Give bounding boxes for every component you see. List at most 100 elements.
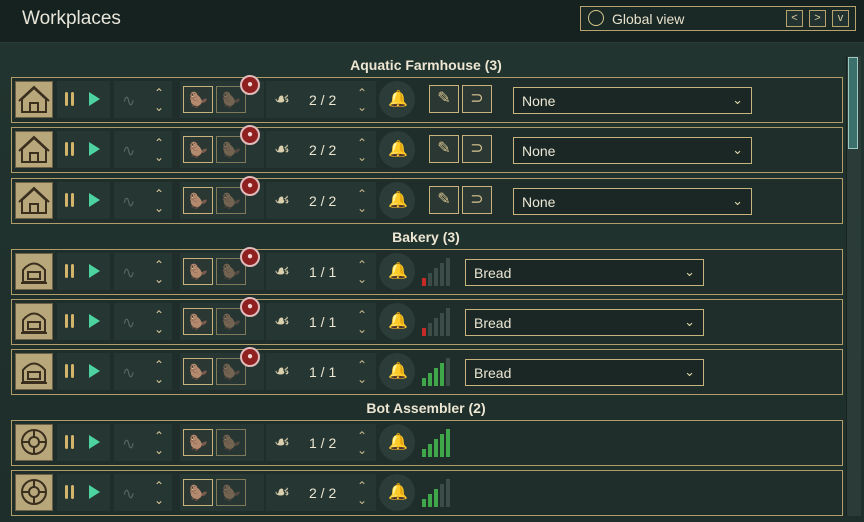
pause-icon[interactable] [65, 314, 75, 328]
beaver-worker-toggle[interactable]: 🦫 [183, 258, 213, 285]
workers-up-button[interactable]: ⌃ [355, 480, 369, 492]
beaver-worker-toggle[interactable]: 🦫 [183, 187, 213, 214]
lock-icon[interactable]: ● [240, 297, 260, 317]
workers-down-button[interactable]: ⌄ [355, 323, 369, 335]
gear-building-icon[interactable] [15, 424, 53, 461]
priority-down-button[interactable]: ⌄ [152, 101, 166, 113]
group-title: Bot Assembler (2) [366, 400, 486, 416]
priority-down-button[interactable]: ⌄ [152, 494, 166, 506]
oven-building-icon[interactable] [15, 353, 53, 390]
beaver-worker-toggle[interactable]: 🦫 [183, 479, 213, 506]
sickle-icon[interactable]: ⊃ [462, 85, 492, 113]
play-icon[interactable] [89, 193, 100, 207]
workers-up-button[interactable]: ⌃ [355, 430, 369, 442]
alert-panel[interactable]: 🔔 [379, 81, 415, 118]
play-icon[interactable] [89, 435, 100, 449]
lock-icon[interactable]: ● [240, 347, 260, 367]
lock-icon[interactable]: ● [240, 176, 260, 196]
workers-down-button[interactable]: ⌄ [355, 101, 369, 113]
previous-button[interactable]: < [786, 10, 803, 27]
alert-panel[interactable]: 🔔 [379, 182, 415, 219]
worker-type-panel: 🦫 🦫 ● [180, 347, 264, 390]
gear-building-icon[interactable] [15, 474, 53, 511]
alert-panel[interactable]: 🔔 [379, 131, 415, 168]
pause-icon[interactable] [65, 92, 75, 106]
priority-up-button[interactable]: ⌃ [152, 259, 166, 271]
workers-down-button[interactable]: ⌄ [355, 373, 369, 385]
beaver-worker-toggle[interactable]: 🦫 [183, 358, 213, 385]
house-building-icon[interactable] [15, 182, 53, 219]
priority-up-button[interactable]: ⌃ [152, 87, 166, 99]
pause-icon[interactable] [65, 435, 75, 449]
priority-down-button[interactable]: ⌄ [152, 373, 166, 385]
planting-icon[interactable]: ✎ [429, 85, 459, 113]
priority-up-button[interactable]: ⌃ [152, 188, 166, 200]
alert-panel[interactable]: 🔔 [379, 353, 415, 390]
planting-icon[interactable]: ✎ [429, 186, 459, 214]
next-button[interactable]: > [809, 10, 826, 27]
priority-down-button[interactable]: ⌄ [152, 444, 166, 456]
sickle-icon[interactable]: ⊃ [462, 135, 492, 163]
scrollbar-thumb[interactable] [848, 57, 858, 149]
workers-up-button[interactable]: ⌃ [355, 359, 369, 371]
priority-down-button[interactable]: ⌄ [152, 273, 166, 285]
house-building-icon[interactable] [15, 81, 53, 118]
pause-icon[interactable] [65, 264, 75, 278]
lock-icon[interactable]: ● [240, 75, 260, 95]
collapse-button[interactable]: v [832, 10, 849, 27]
play-icon[interactable] [89, 264, 100, 278]
house-building-icon[interactable] [15, 131, 53, 168]
recipe-dropdown[interactable]: Bread ⌄ [465, 359, 704, 386]
workers-down-button[interactable]: ⌄ [355, 202, 369, 214]
lock-icon[interactable]: ● [240, 247, 260, 267]
pause-icon[interactable] [65, 485, 75, 499]
sickle-icon[interactable]: ⊃ [462, 186, 492, 214]
alert-panel[interactable]: 🔔 [379, 424, 415, 461]
oven-building-icon[interactable] [15, 303, 53, 340]
play-icon[interactable] [89, 92, 100, 106]
recipe-dropdown[interactable]: None ⌄ [513, 137, 752, 164]
beaver-worker-toggle[interactable]: 🦫 [183, 429, 213, 456]
priority-up-button[interactable]: ⌃ [152, 480, 166, 492]
bot-worker-toggle[interactable]: 🦫 [216, 479, 246, 506]
efficiency-bar [440, 263, 444, 286]
alert-panel[interactable]: 🔔 [379, 303, 415, 340]
bot-worker-toggle[interactable]: 🦫 [216, 429, 246, 456]
priority-up-button[interactable]: ⌃ [152, 137, 166, 149]
beaver-worker-toggle[interactable]: 🦫 [183, 136, 213, 163]
pause-icon[interactable] [65, 142, 75, 156]
priority-down-button[interactable]: ⌄ [152, 151, 166, 163]
play-icon[interactable] [89, 485, 100, 499]
alert-panel[interactable]: 🔔 [379, 253, 415, 290]
global-view-bar[interactable]: Global view < > v [580, 6, 856, 31]
lock-icon[interactable]: ● [240, 125, 260, 145]
workers-down-button[interactable]: ⌄ [355, 273, 369, 285]
recipe-dropdown[interactable]: Bread ⌄ [465, 309, 704, 336]
recipe-dropdown[interactable]: Bread ⌄ [465, 259, 704, 286]
priority-up-button[interactable]: ⌃ [152, 309, 166, 321]
beaver-worker-toggle[interactable]: 🦫 [183, 86, 213, 113]
recipe-dropdown[interactable]: None ⌄ [513, 188, 752, 215]
workers-up-button[interactable]: ⌃ [355, 137, 369, 149]
priority-up-button[interactable]: ⌃ [152, 359, 166, 371]
pause-icon[interactable] [65, 193, 75, 207]
planting-icon[interactable]: ✎ [429, 135, 459, 163]
workers-up-button[interactable]: ⌃ [355, 309, 369, 321]
priority-up-button[interactable]: ⌃ [152, 430, 166, 442]
workers-down-button[interactable]: ⌄ [355, 444, 369, 456]
recipe-dropdown[interactable]: None ⌄ [513, 87, 752, 114]
play-icon[interactable] [89, 364, 100, 378]
oven-building-icon[interactable] [15, 253, 53, 290]
workers-up-button[interactable]: ⌃ [355, 188, 369, 200]
workers-down-button[interactable]: ⌄ [355, 151, 369, 163]
pause-icon[interactable] [65, 364, 75, 378]
workers-up-button[interactable]: ⌃ [355, 259, 369, 271]
workers-down-button[interactable]: ⌄ [355, 494, 369, 506]
alert-panel[interactable]: 🔔 [379, 474, 415, 511]
priority-down-button[interactable]: ⌄ [152, 202, 166, 214]
workers-up-button[interactable]: ⌃ [355, 87, 369, 99]
play-icon[interactable] [89, 314, 100, 328]
play-icon[interactable] [89, 142, 100, 156]
priority-down-button[interactable]: ⌄ [152, 323, 166, 335]
beaver-worker-toggle[interactable]: 🦫 [183, 308, 213, 335]
